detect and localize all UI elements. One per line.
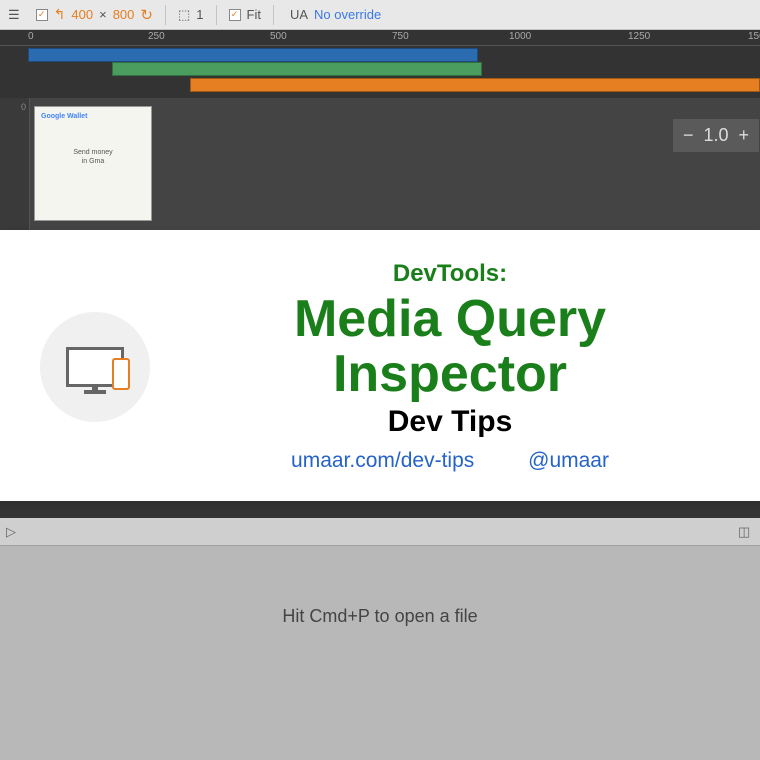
tick: 1500	[748, 31, 760, 42]
mq-range-bar[interactable]	[112, 62, 482, 76]
split-icon[interactable]: ◫	[738, 524, 754, 540]
height-input[interactable]: 800	[113, 7, 135, 22]
times-label: ×	[99, 7, 107, 22]
tick: 750	[392, 31, 409, 42]
vertical-ruler: 0	[0, 98, 30, 230]
zoom-out-button[interactable]: −	[683, 125, 694, 146]
reload-icon[interactable]: ↻	[140, 6, 153, 24]
fit-label: Fit	[247, 7, 261, 22]
tick: 500	[270, 31, 287, 42]
title-card: DevTools: Media Query Inspector Dev Tips…	[0, 230, 760, 501]
ua-label: UA	[290, 7, 308, 22]
tick: 250	[148, 31, 165, 42]
vtick: 0	[21, 102, 26, 112]
title-line: Inspector	[180, 347, 720, 402]
card-text: DevTools: Media Query Inspector Dev Tips…	[180, 260, 720, 473]
mq-max-width-bar[interactable]	[28, 48, 478, 62]
dpr-section: ⬚ 1	[178, 7, 204, 23]
site-link[interactable]: umaar.com/dev-tips	[291, 449, 474, 472]
phone-icon	[112, 358, 130, 390]
divider	[273, 5, 274, 25]
divider	[165, 5, 166, 25]
preview-line: in Gma	[41, 157, 145, 166]
play-icon[interactable]: ▷	[6, 524, 22, 540]
preview-body: Send money in Gma	[41, 148, 145, 166]
emulate-checkbox[interactable]: ✓	[36, 9, 48, 21]
preview-page[interactable]: Google Wallet Send money in Gma	[34, 106, 152, 221]
sources-panel: ▷ ◫ Hit Cmd+P to open a file	[0, 518, 760, 760]
device-toolbar: ☰ ✓ ↰ 400 × 800 ↻ ⬚ 1 ✓ Fit UA No overri…	[0, 0, 760, 30]
ua-section: UA No override	[286, 7, 381, 22]
card-links: umaar.com/dev-tips @umaar	[180, 449, 720, 473]
preview-line: Send money	[41, 148, 145, 157]
handle-link[interactable]: @umaar	[528, 449, 609, 472]
card-title: Media Query Inspector	[180, 292, 720, 401]
media-query-bars	[0, 46, 760, 94]
card-pretitle: DevTools:	[180, 260, 720, 288]
dimensions-section: ✓ ↰ 400 × 800 ↻	[36, 6, 153, 24]
fit-section: ✓ Fit	[229, 7, 261, 22]
dpr-icon: ⬚	[178, 7, 190, 23]
zoom-value: 1.0	[703, 125, 728, 146]
ruler-ticks: 0 250 500 750 1000 1250 1500	[0, 30, 760, 46]
zoom-in-button[interactable]: +	[738, 125, 749, 146]
preview-logo: Google Wallet	[41, 113, 145, 120]
media-query-ruler: 0 250 500 750 1000 1250 1500	[0, 30, 760, 98]
preview-viewport: 0 Google Wallet Send money in Gma − 1.0 …	[0, 98, 760, 230]
fit-checkbox[interactable]: ✓	[229, 9, 241, 21]
tick: 1000	[509, 31, 531, 42]
divider	[216, 5, 217, 25]
sources-hint: Hit Cmd+P to open a file	[0, 606, 760, 627]
menu-icon[interactable]: ☰	[8, 7, 20, 23]
tick: 0	[28, 31, 34, 42]
tick: 1250	[628, 31, 650, 42]
width-input[interactable]: 400	[71, 7, 93, 22]
sources-tabbar: ▷ ◫	[0, 518, 760, 546]
zoom-controls: − 1.0 +	[672, 118, 760, 153]
mq-min-width-bar[interactable]	[190, 78, 760, 92]
ua-value[interactable]: No override	[314, 7, 381, 22]
title-line: Media Query	[180, 292, 720, 347]
devices-icon	[40, 312, 150, 422]
card-subtitle: Dev Tips	[180, 405, 720, 439]
swap-icon[interactable]: ↰	[54, 6, 66, 23]
dpr-value[interactable]: 1	[196, 7, 203, 22]
